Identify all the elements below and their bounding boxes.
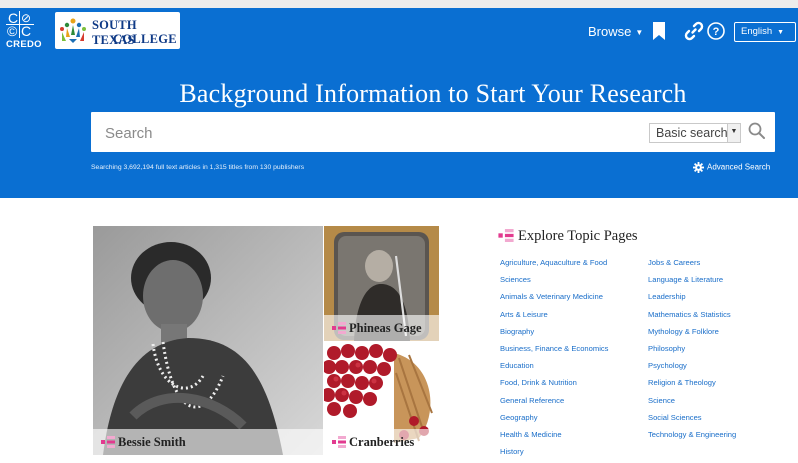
institution-name-line2: COLLEGE: [113, 32, 177, 46]
topic-link[interactable]: Social Sciences: [648, 412, 736, 429]
topic-link[interactable]: Language & Literature: [648, 274, 736, 291]
topic-link[interactable]: General Reference: [500, 395, 608, 412]
browse-label: Browse: [588, 24, 632, 39]
search-stats: Searching 3,692,194 full text articles i…: [91, 164, 305, 171]
gear-icon: [693, 162, 704, 173]
topic-link[interactable]: Business, Finance & Economics: [500, 343, 608, 360]
topic-link[interactable]: Technology & Engineering: [648, 429, 736, 446]
topic-link[interactable]: Leadership: [648, 291, 736, 308]
topic-link[interactable]: Science: [648, 395, 736, 412]
page-title: Background Information to Start Your Res…: [179, 79, 687, 108]
featured-tile-phineas-gage[interactable]: Phineas Gage: [324, 226, 439, 341]
language-select[interactable]: English ▼: [734, 22, 796, 42]
featured-label-text: Bessie Smith: [118, 435, 186, 449]
topic-link[interactable]: Sciences: [500, 274, 608, 291]
featured-label: Bessie Smith: [93, 429, 323, 455]
topic-link[interactable]: Food, Drink & Nutrition: [500, 377, 608, 394]
featured-label-text: Cranberries: [349, 435, 415, 449]
topic-link[interactable]: Biography: [500, 326, 608, 343]
featured-label-text: Phineas Gage: [349, 321, 422, 335]
topic-link[interactable]: Religion & Theology: [648, 377, 736, 394]
logo-divider-h: [6, 24, 34, 25]
caret-down-icon: ▼: [635, 28, 644, 38]
topic-link[interactable]: Geography: [500, 412, 608, 429]
topic-link[interactable]: Psychology: [648, 360, 736, 377]
topic-link[interactable]: Mythology & Folklore: [648, 326, 736, 343]
topic-link[interactable]: Health & Medicine: [500, 429, 608, 446]
topic-link[interactable]: History: [500, 446, 608, 463]
topics-column-left: Agriculture, Aquaculture & Food Sciences…: [500, 257, 608, 463]
search-mode-value: Basic search: [656, 126, 728, 140]
topics-title-text: Explore Topic Pages: [518, 228, 638, 244]
topics-heading: Explore Topic Pages: [498, 228, 638, 245]
topic-page-icon: [498, 229, 514, 242]
topic-link[interactable]: Agriculture, Aquaculture & Food: [500, 257, 608, 274]
header-band: C ⊘ © C CREDO SOUTH TEXAS COLLEGE Browse…: [0, 8, 798, 198]
topic-page-icon: [101, 436, 115, 448]
link-icon[interactable]: [684, 21, 704, 41]
topic-link[interactable]: Arts & Leisure: [500, 309, 608, 326]
bessie-smith-photo: [93, 226, 323, 455]
featured-tile-bessie-smith[interactable]: Bessie Smith: [93, 226, 323, 455]
logo-glyph: C: [21, 23, 32, 39]
browser-frame: C ⊘ © C CREDO SOUTH TEXAS COLLEGE Browse…: [0, 0, 798, 463]
language-label: English: [741, 26, 773, 37]
svg-text:?: ?: [713, 26, 720, 38]
search-mode-select[interactable]: Basic search ▼: [649, 123, 741, 143]
topic-page-icon: [332, 436, 346, 448]
institution-emblem-icon: [60, 18, 86, 43]
search-input[interactable]: [105, 122, 625, 144]
institution-logo[interactable]: SOUTH TEXAS COLLEGE: [55, 12, 180, 49]
topic-link[interactable]: Jobs & Careers: [648, 257, 736, 274]
select-arrow-icon: ▼: [727, 124, 740, 142]
topic-link[interactable]: Animals & Veterinary Medicine: [500, 291, 608, 308]
topic-link[interactable]: Education: [500, 360, 608, 377]
topic-page-icon: [332, 322, 346, 334]
credo-wordmark: CREDO: [6, 39, 42, 50]
topics-column-right: Jobs & Careers Language & Literature Lea…: [648, 257, 736, 446]
credo-logo-mark: C ⊘ © C: [6, 11, 40, 39]
featured-label: Cranberries: [324, 429, 439, 455]
search-bar: Basic search ▼: [91, 112, 775, 152]
logo-glyph: ©: [7, 23, 18, 39]
browse-menu[interactable]: Browse ▼: [588, 24, 643, 39]
help-icon[interactable]: ?: [706, 21, 726, 41]
credo-logo[interactable]: C ⊘ © C CREDO: [6, 11, 48, 51]
search-icon[interactable]: [747, 121, 767, 141]
bookmark-icon[interactable]: [650, 21, 670, 41]
caret-down-icon: ▼: [777, 29, 785, 36]
featured-label: Phineas Gage: [324, 315, 439, 341]
topic-link[interactable]: Philosophy: [648, 343, 736, 360]
advanced-search-link[interactable]: Advanced Search: [693, 162, 770, 173]
featured-tile-cranberries[interactable]: Cranberries: [324, 343, 439, 455]
topic-link[interactable]: Mathematics & Statistics: [648, 309, 736, 326]
advanced-search-label: Advanced Search: [707, 162, 771, 172]
page: C ⊘ © C CREDO SOUTH TEXAS COLLEGE Browse…: [0, 8, 798, 463]
